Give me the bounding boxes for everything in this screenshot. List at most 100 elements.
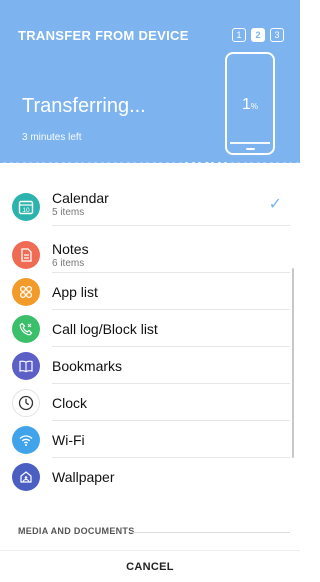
- progress-dot: [263, 162, 266, 163]
- bookmarks-text: Bookmarks: [52, 358, 122, 374]
- progress-dot: [126, 162, 130, 163]
- progress-dot: [224, 162, 227, 163]
- progress-dot: [172, 162, 175, 163]
- item-label: Call log/Block list: [52, 320, 158, 337]
- notes-text: Notes 6 items: [52, 241, 89, 269]
- bookmarks-icon: [12, 351, 40, 380]
- app-list-icon: [12, 277, 40, 306]
- progress-dot: [113, 162, 117, 163]
- content-list: 10 Calendar 5 items ✓ Notes 6 items App …: [0, 190, 300, 495]
- step-3: 3: [270, 28, 284, 42]
- page-title: TRANSFER FROM DEVICE: [18, 28, 189, 43]
- progress-dot: [282, 162, 286, 163]
- progress-dot: [198, 162, 201, 163]
- progress-dot: [29, 162, 32, 163]
- list-item-call-log[interactable]: Call log/Block list: [0, 310, 300, 347]
- item-label: Bookmarks: [52, 357, 123, 374]
- progress-dot: [204, 161, 209, 163]
- progress-dot: [159, 162, 162, 163]
- step-indicator: 1 2 3: [232, 28, 284, 42]
- progress-dot: [35, 162, 39, 163]
- progress-dot: [87, 162, 91, 163]
- list-item-app-list[interactable]: App list: [0, 273, 300, 310]
- clock-text: Clock: [52, 395, 87, 411]
- scrollbar[interactable]: [292, 268, 294, 458]
- list-item-clock[interactable]: Clock: [0, 384, 300, 421]
- item-label: Notes: [52, 240, 89, 257]
- progress-dot: [295, 162, 299, 163]
- progress-dot: [146, 162, 149, 163]
- progress-dot: [48, 162, 52, 163]
- item-count: 5 items: [52, 207, 85, 218]
- progress-dot: [133, 162, 136, 163]
- progress-dot: [185, 162, 188, 163]
- calendar-text: Calendar 5 items: [52, 190, 109, 218]
- notes-icon: [12, 240, 40, 269]
- progress-dot: [74, 162, 78, 163]
- svg-text:10: 10: [22, 207, 30, 214]
- percent-value: 1: [241, 96, 251, 113]
- progress-dot: [230, 162, 234, 163]
- progress-dot: [211, 162, 214, 163]
- list-item-wifi[interactable]: Wi-Fi: [0, 421, 300, 458]
- transfer-header: TRANSFER FROM DEVICE 1 2 3 Transferring.…: [0, 0, 300, 163]
- progress-dot: [165, 162, 169, 163]
- progress-dot: [42, 162, 45, 163]
- call-log-icon: [12, 314, 40, 343]
- progress-dot: [237, 162, 240, 163]
- progress-dot: [107, 162, 110, 163]
- phone-progress-icon: 1%: [225, 52, 275, 155]
- wallpaper-text: Wallpaper: [52, 469, 115, 485]
- list-item-bookmarks[interactable]: Bookmarks: [0, 347, 300, 384]
- progress-dot: [152, 162, 156, 163]
- progress-dot: [256, 162, 260, 163]
- item-label: Wallpaper: [52, 468, 115, 485]
- progress-percent: 1%: [227, 96, 273, 114]
- progress-dot: [61, 162, 65, 163]
- progress-dot: [139, 162, 143, 163]
- list-item-wallpaper[interactable]: Wallpaper: [0, 458, 300, 495]
- progress-dot: [22, 162, 26, 163]
- list-item-notes[interactable]: Notes 6 items: [0, 236, 300, 273]
- progress-dot: [100, 162, 104, 163]
- progress-fill: [230, 142, 270, 144]
- bottom-bar: CANCEL: [0, 550, 300, 582]
- wifi-text: Wi-Fi: [52, 432, 85, 448]
- item-label: Calendar: [52, 190, 109, 206]
- step-1: 1: [232, 28, 246, 42]
- list-item-calendar[interactable]: 10 Calendar 5 items ✓: [0, 188, 300, 226]
- item-label: Clock: [52, 394, 88, 411]
- progress-dot: [94, 162, 97, 163]
- progress-dot: [9, 162, 13, 163]
- progress-dot: [269, 162, 273, 163]
- progress-dot: [289, 162, 292, 163]
- item-label: Wi-Fi: [52, 431, 85, 448]
- progress-dot: [16, 162, 19, 163]
- divider: [52, 225, 290, 226]
- progress-dot: [81, 162, 84, 163]
- calendar-icon: 10: [12, 193, 40, 221]
- progress-dot: [3, 162, 6, 163]
- progress-dot: [55, 162, 58, 163]
- progress-dot: [217, 162, 221, 163]
- phone-home-button: [246, 148, 255, 150]
- percent-unit: %: [250, 102, 259, 111]
- step-2-current: 2: [251, 28, 265, 42]
- wifi-icon: [12, 425, 40, 454]
- section-divider: [130, 532, 290, 533]
- wallpaper-icon: [12, 462, 40, 491]
- clock-icon: [12, 388, 40, 417]
- progress-dots: [0, 161, 300, 163]
- progress-dot: [178, 162, 182, 163]
- progress-dot: [68, 162, 71, 163]
- progress-dot: [276, 162, 279, 163]
- cancel-button[interactable]: CANCEL: [126, 561, 174, 573]
- item-label: App list: [52, 283, 98, 300]
- call-log-text: Call log/Block list: [52, 321, 158, 337]
- progress-dot: [191, 162, 195, 163]
- section-header-media-documents: MEDIA AND DOCUMENTS: [18, 526, 135, 536]
- progress-dot: [120, 162, 123, 163]
- transfer-status: Transferring...: [22, 95, 146, 117]
- progress-dot: [243, 162, 247, 163]
- app-list-text: App list: [52, 284, 98, 300]
